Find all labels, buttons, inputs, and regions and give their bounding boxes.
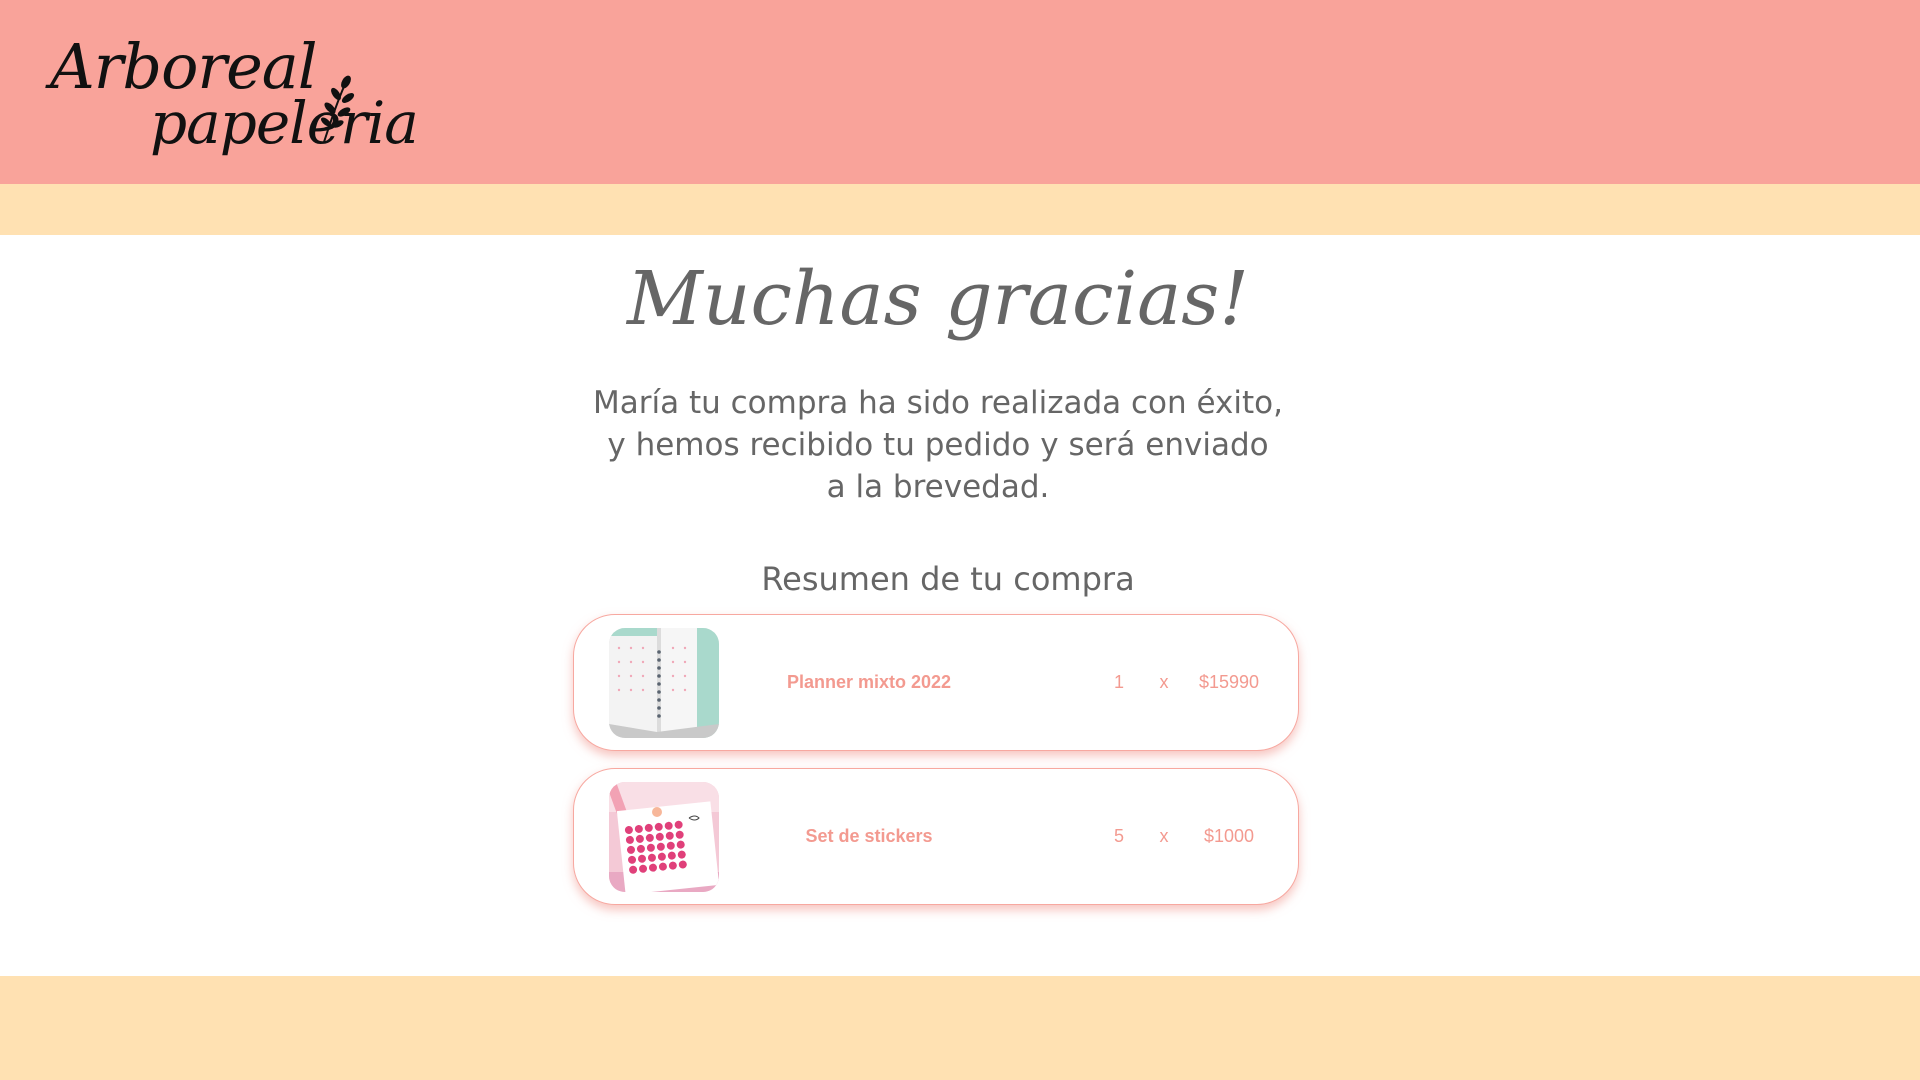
item-times-sign: x xyxy=(1159,672,1169,692)
planner-image xyxy=(609,628,719,738)
item-price: $1000 xyxy=(1203,826,1255,846)
leaf-sprig-icon xyxy=(321,75,355,143)
confirmation-message-line2: y hemos recibido tu pedido y será enviad… xyxy=(607,427,1269,463)
stickers-image xyxy=(609,782,719,892)
confirmation-message: María tu compra ha sido realizada con éx… xyxy=(560,382,1316,508)
item-quantity: 1 xyxy=(1113,672,1124,692)
item-name: Set de stickers xyxy=(805,826,933,846)
confirmation-message-line1: María tu compra ha sido realizada con éx… xyxy=(593,385,1283,421)
item-times-sign: x xyxy=(1159,826,1169,846)
item-price: $15990 xyxy=(1198,672,1260,692)
confirmation-message-line3: a la brevedad. xyxy=(826,469,1050,505)
header: Arboreal papeleria xyxy=(0,0,1920,184)
brand-logo[interactable]: Arboreal papeleria xyxy=(50,36,419,166)
item-name: Planner mixto 2022 xyxy=(786,672,952,692)
top-stripe xyxy=(0,184,1920,235)
thank-you-title: Muchas gracias! xyxy=(627,256,1249,342)
order-item: Set de stickers 5 x $1000 xyxy=(573,768,1299,905)
brand-logo-line2: papeleria xyxy=(150,89,419,157)
summary-title: Resumen de tu compra xyxy=(761,560,1135,598)
order-item: Planner mixto 2022 1 x $15990 xyxy=(573,614,1299,751)
bottom-stripe xyxy=(0,976,1920,1080)
item-quantity: 5 xyxy=(1113,826,1124,846)
